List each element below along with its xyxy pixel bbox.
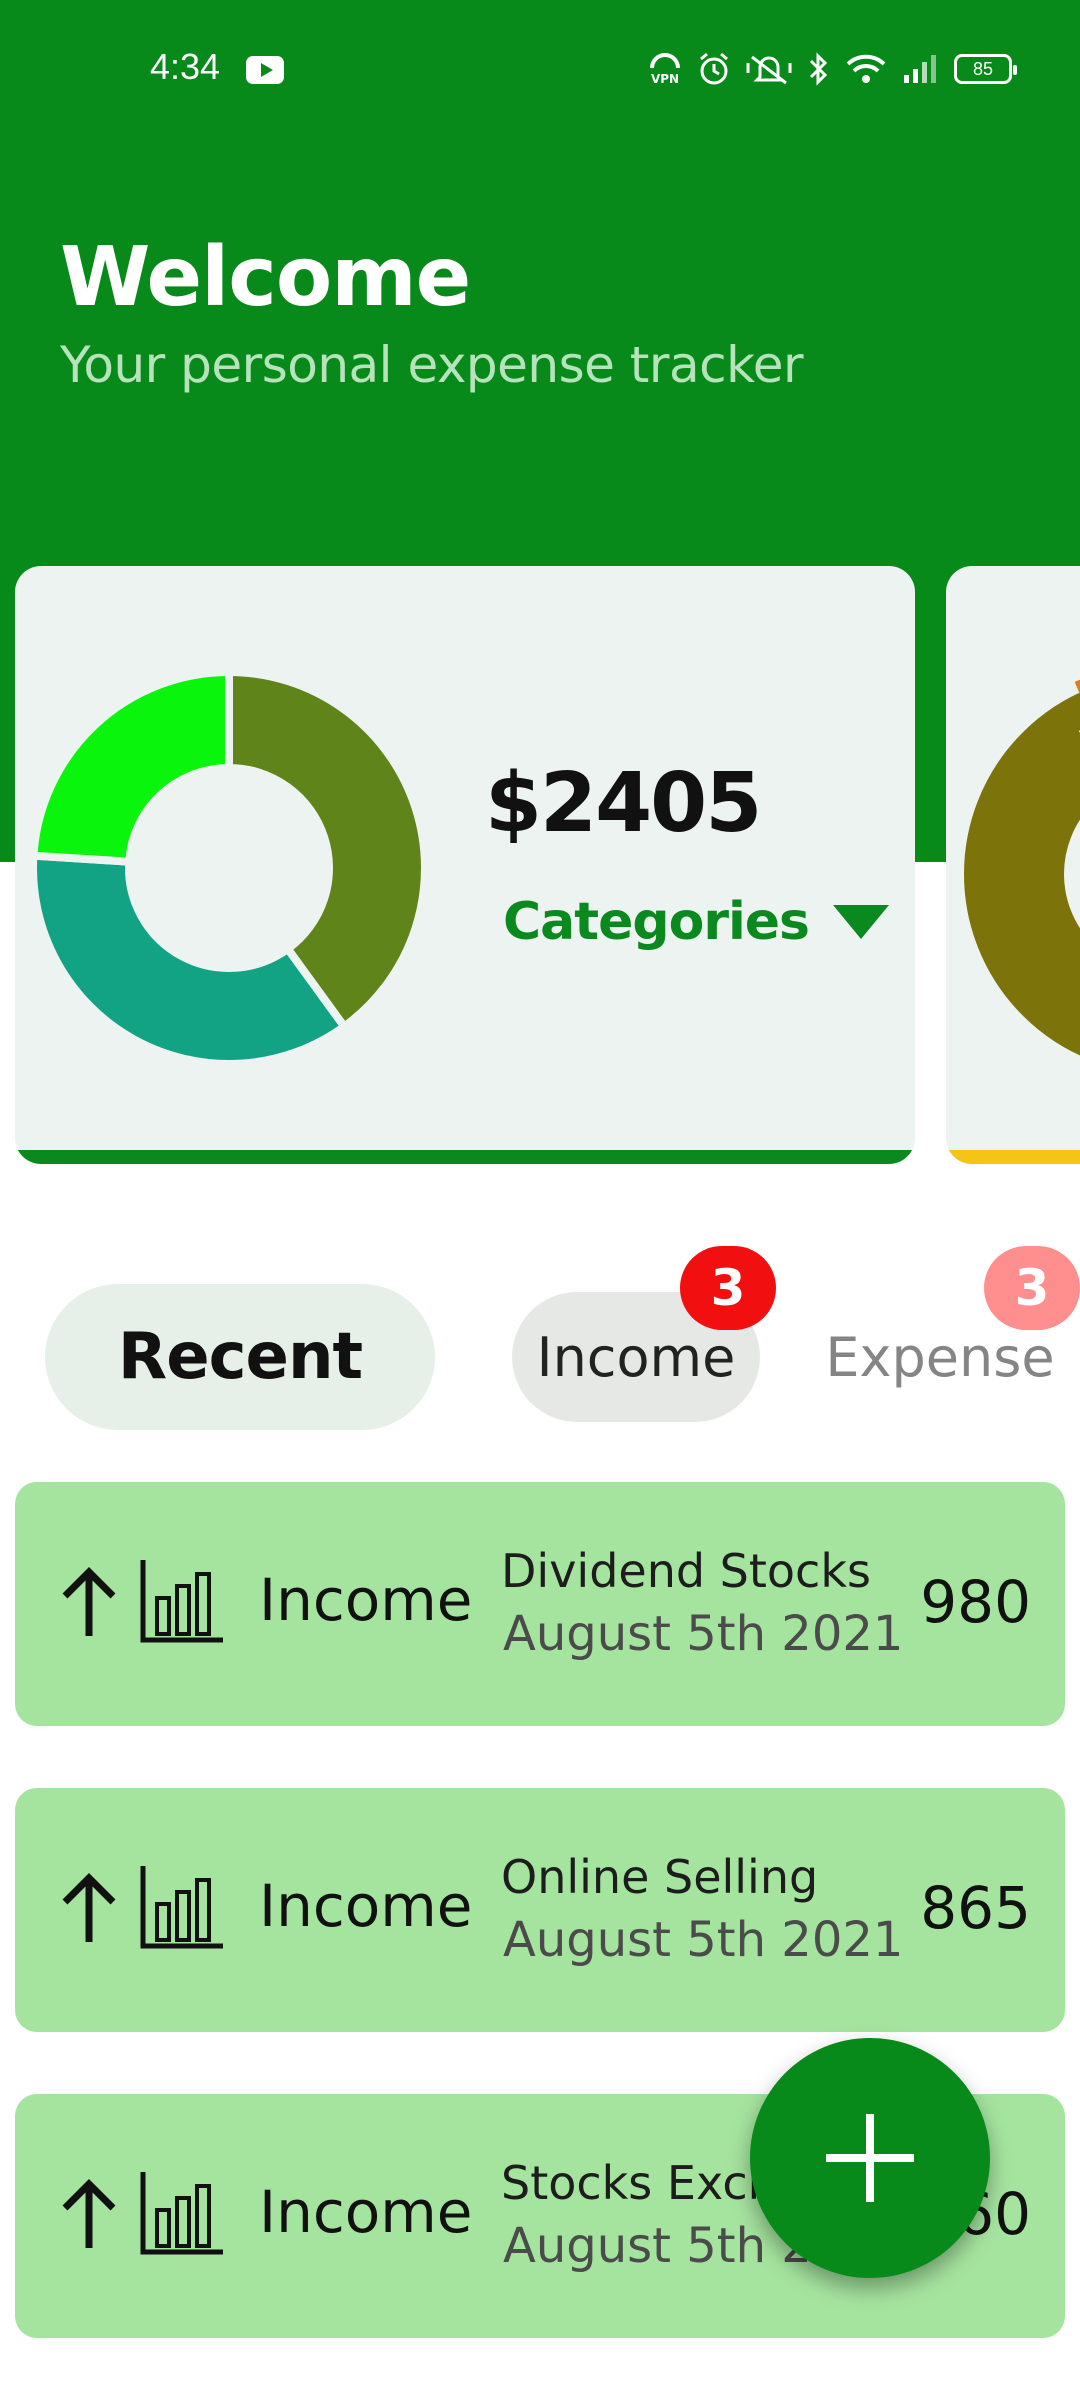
svg-text:VPN: VPN bbox=[651, 72, 679, 86]
transaction-title: Online Selling bbox=[501, 1850, 819, 1904]
transaction-date: August 5th 2021 bbox=[503, 1912, 904, 1968]
transaction-amount: 980 bbox=[920, 1568, 1031, 1636]
alarm-icon bbox=[700, 52, 728, 85]
welcome-subtitle: Your personal expense tracker bbox=[60, 336, 804, 394]
categories-dropdown[interactable]: Categories bbox=[503, 892, 890, 952]
transaction-amount: 865 bbox=[920, 1874, 1031, 1942]
welcome-title: Welcome bbox=[60, 230, 471, 325]
donut-segment bbox=[29, 851, 350, 1068]
bar-chart-icon bbox=[140, 1560, 223, 1643]
donut-segment bbox=[964, 692, 1080, 1056]
bar-chart-icon bbox=[140, 2172, 223, 2255]
bar-chart-icon bbox=[140, 1866, 223, 1949]
wifi-icon bbox=[846, 54, 886, 83]
mute-icon bbox=[746, 55, 792, 85]
status-bar: 4:34 VPN 85 bbox=[0, 0, 1080, 140]
total-amount: $2405 bbox=[485, 756, 762, 851]
vpn-icon: VPN bbox=[650, 53, 680, 86]
status-time: 4:34 bbox=[150, 46, 221, 87]
chevron-down-icon bbox=[833, 905, 890, 939]
donut-segment bbox=[29, 667, 233, 866]
expense-count-badge: 3 bbox=[984, 1246, 1080, 1330]
tab-recent[interactable]: Recent bbox=[45, 1284, 435, 1430]
summary-card[interactable]: $2405 Categories bbox=[15, 566, 915, 1164]
arrow-up-icon bbox=[62, 2179, 116, 2248]
signal-icon bbox=[904, 55, 936, 83]
status-icons: VPN 85 bbox=[648, 52, 1017, 86]
category-donut-chart bbox=[29, 667, 429, 1068]
add-transaction-button[interactable] bbox=[750, 2038, 990, 2278]
transaction-type: Income bbox=[259, 2178, 473, 2246]
transaction-row[interactable]: Income Online Selling August 5th 2021 86… bbox=[15, 1788, 1065, 2032]
arrow-up-icon bbox=[62, 1567, 116, 1636]
summary-card-next[interactable] bbox=[946, 566, 1080, 1164]
transaction-date: August 5th 2021 bbox=[503, 1606, 904, 1662]
categories-label: Categories bbox=[503, 892, 810, 952]
transaction-row[interactable]: Income Dividend Stocks August 5th 2021 9… bbox=[15, 1482, 1065, 1726]
bluetooth-icon bbox=[809, 52, 828, 86]
category-donut-chart-next bbox=[964, 679, 1080, 1056]
card-accent-strip bbox=[15, 1150, 915, 1164]
transaction-type: Income bbox=[259, 1872, 473, 1940]
transaction-type: Income bbox=[259, 1566, 473, 1634]
battery-icon: 85 bbox=[954, 54, 1017, 84]
card-accent-strip bbox=[946, 1150, 1080, 1164]
youtube-icon bbox=[246, 56, 284, 84]
transaction-title: Dividend Stocks bbox=[501, 1544, 871, 1598]
income-count-badge: 3 bbox=[680, 1246, 776, 1330]
arrow-up-icon bbox=[62, 1873, 116, 1942]
plus-icon bbox=[826, 2114, 914, 2202]
